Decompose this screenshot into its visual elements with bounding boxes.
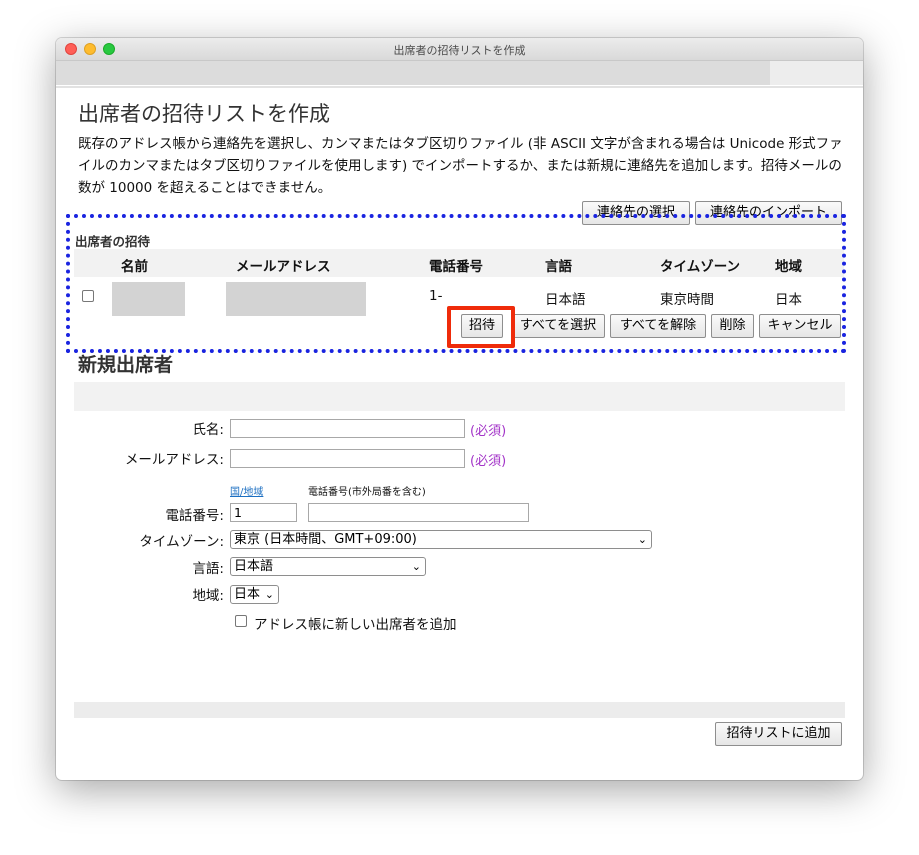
email-label: メールアドレス: [124,452,224,468]
add-to-invite-list-button[interactable]: 招待リストに追加 [715,722,842,746]
phone-number-field[interactable] [308,503,529,522]
page-description: 既存のアドレス帳から連絡先を選択し、カンマまたはタブ区切りファイル (非 ASC… [78,136,843,196]
phone-label: 電話番号: [165,508,224,524]
region-select-value: 日本 [234,587,261,602]
phone-hint: 電話番号(市外局番を含む) [308,487,426,498]
timezone-select[interactable]: 東京 (日本時間、GMT+09:00) ⌄ [230,530,652,549]
name-required-note: (必須) [470,424,507,439]
red-highlight-annotation [447,306,515,348]
chevron-down-icon: ⌄ [411,560,421,573]
toolbar [56,61,863,85]
email-required-note: (必須) [470,454,507,469]
timezone-label: タイムゾーン: [139,534,224,550]
chevron-down-icon: ⌄ [264,588,274,601]
email-field[interactable] [230,449,465,468]
region-select[interactable]: 日本 ⌄ [230,585,279,604]
language-select[interactable]: 日本語 ⌄ [230,557,426,576]
name-field[interactable] [230,419,465,438]
new-attendee-heading: 新規出席者 [78,354,174,376]
add-to-addressbook-checkbox[interactable] [235,615,247,627]
region-label: 地域: [192,588,224,604]
timezone-select-value: 東京 (日本時間、GMT+09:00) [234,532,417,547]
name-label: 氏名: [192,422,224,438]
language-label: 言語: [192,561,224,577]
country-code-field[interactable]: 1 [230,503,297,522]
toolbar-right-area [770,61,863,85]
form-header-bar [74,382,845,411]
toolbar-divider [56,86,863,88]
country-region-link[interactable]: 国/地域 [230,483,263,498]
add-to-addressbook-label: アドレス帳に新しい出席者を追加 [254,617,457,633]
window-title: 出席者の招待リストを作成 [393,44,526,57]
chevron-down-icon: ⌄ [637,533,647,546]
page-title: 出席者の招待リストを作成 [78,102,330,126]
language-select-value: 日本語 [234,559,274,574]
title-bar: 出席者の招待リストを作成 [56,38,863,61]
app-window: 出席者の招待リストを作成 出席者の招待リストを作成 既存のアドレス帳から連絡先を… [56,38,863,780]
form-footer-bar [74,702,845,718]
